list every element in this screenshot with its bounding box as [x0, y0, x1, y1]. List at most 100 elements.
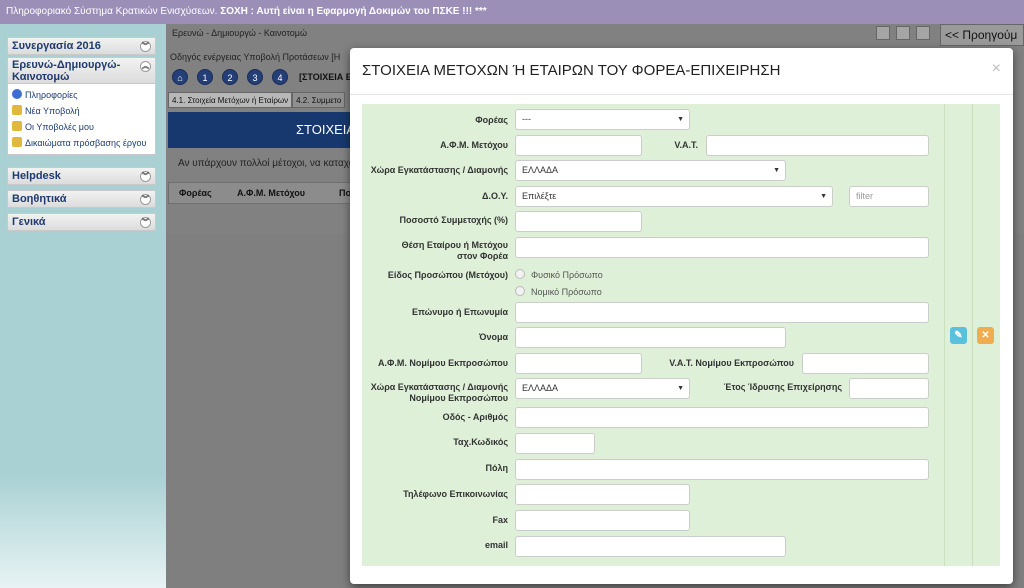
chevron-down-icon: ︾	[140, 217, 151, 228]
system-title: Πληροφοριακό Σύστημα Κρατικών Ενισχύσεων…	[6, 6, 221, 17]
wizard-steps: ⌂ 1 2 3 4	[172, 69, 297, 85]
breadcrumb[interactable]: Ερευνώ - Δημιουργώ - Καινοτομώ	[172, 28, 307, 38]
step-1[interactable]: 1	[197, 69, 213, 85]
label-tk: Ταχ.Κωδικός	[453, 437, 508, 447]
label-odos: Οδός - Αριθμός	[442, 412, 508, 422]
country-select[interactable]: ΕΛΛΑΔΑ	[515, 160, 786, 181]
name-field[interactable]	[515, 327, 786, 348]
sidebar-section-genika[interactable]: Γενικά ︾	[7, 213, 156, 231]
label-eidos: Είδος Προσώπου (Μετόχου)	[387, 270, 508, 280]
email-field[interactable]	[515, 536, 786, 557]
fax-field[interactable]	[515, 510, 690, 531]
label-foreas: Φορέας	[475, 115, 508, 125]
sidebar-section-label: Γενικά	[12, 216, 46, 228]
test-environment-warning: ΣΟΧΗ : Αυτή είναι η Εφαρμογή Δοκιμών του…	[220, 6, 487, 17]
founding-year-field[interactable]	[849, 378, 929, 399]
sidebar-section-voithitika[interactable]: Βοηθητικά ︾	[7, 190, 156, 208]
shareholder-modal: ΣΤΟΙΧΕΙΑ ΜΕΤΟΧΩΝ Ή ΕΤΑΙΡΩΝ ΤΟΥ ΦΟΡΕΑ-ΕΠΙ…	[350, 48, 1013, 584]
folder-new-icon	[12, 105, 22, 115]
sidebar-item-info[interactable]: Πληροφορίες	[12, 87, 151, 103]
radio-icon[interactable]	[515, 286, 525, 296]
street-field[interactable]	[515, 407, 929, 428]
close-icon[interactable]: ×	[992, 60, 1001, 78]
doy-filter-input[interactable]: filter	[849, 186, 929, 207]
label-vat: V.A.T.	[674, 140, 698, 150]
chevron-down-icon: ︾	[140, 194, 151, 205]
tab-participation[interactable]: 4.2. Συμμετο	[292, 92, 346, 108]
label-tilefono: Τηλέφωνο Επικοινωνίας	[403, 489, 508, 499]
step-4[interactable]: 4	[272, 69, 288, 85]
info-text: Αν υπάρχουν πολλοί μέτοχοι, να καταχω	[178, 158, 357, 169]
column-header: Φορέας	[179, 188, 212, 198]
label-onoma: Όνομα	[479, 332, 508, 342]
city-field[interactable]	[515, 459, 929, 480]
sidebar-item-my-submissions[interactable]: Οι Υποβολές μου	[12, 119, 151, 135]
edit-icon[interactable]: ✎	[950, 327, 967, 344]
label-xwra: Χώρα Εγκατάστασης / Διαμονής	[370, 165, 508, 175]
label-vat-nomimou: V.A.T. Νομίμου Εκπροσώπου	[669, 358, 794, 368]
radio-natural-person[interactable]: Φυσικό Πρόσωπο	[515, 269, 603, 280]
sidebar: Συνεργασία 2016 ︾ Ερευνώ-Δημιουργώ-Καινοτ…	[0, 24, 166, 588]
column-header: Α.Φ.Μ. Μετόχου	[237, 188, 305, 198]
info-icon	[12, 89, 22, 99]
sidebar-item-access-rights[interactable]: Δικαιώματα πρόσβασης έργου	[12, 135, 151, 151]
sidebar-section-label: Ερευνώ-Δημιουργώ-Καινοτομώ	[12, 59, 121, 83]
vat-representative-field[interactable]	[802, 353, 929, 374]
step-3[interactable]: 3	[247, 69, 263, 85]
sidebar-section-ereyno[interactable]: Ερευνώ-Δημιουργώ-Καινοτομώ ︽ Πληροφορίες …	[7, 57, 156, 155]
home-step-icon[interactable]: ⌂	[172, 69, 188, 85]
radio-label: Φυσικό Πρόσωπο	[531, 270, 603, 280]
sidebar-item-label: Νέα Υποβολή	[25, 106, 80, 116]
sidebar-section-synergasia[interactable]: Συνεργασία 2016 ︾	[7, 37, 156, 55]
chevron-down-icon: ︾	[140, 171, 151, 182]
surname-field[interactable]	[515, 302, 929, 323]
close-icon[interactable]: ✕	[977, 327, 994, 344]
percentage-field[interactable]	[515, 211, 642, 232]
vat-field[interactable]	[706, 135, 929, 156]
afm-metoxou-field[interactable]	[515, 135, 642, 156]
sidebar-section-helpdesk[interactable]: Helpdesk ︾	[7, 167, 156, 185]
foreas-select[interactable]: ---	[515, 109, 690, 130]
label-eponymo: Επώνυμο ή Επωνυμία	[411, 307, 508, 317]
sidebar-item-label: Οι Υποβολές μου	[25, 122, 94, 132]
radio-legal-person[interactable]: Νομικό Πρόσωπο	[515, 286, 602, 297]
representative-country-select[interactable]: ΕΛΛΑΔΑ	[515, 378, 690, 399]
toolbar-icons	[876, 26, 936, 40]
label-afm-metoxou: Α.Φ.Μ. Μετόχου	[440, 140, 508, 150]
radio-label: Νομικό Πρόσωπο	[531, 287, 602, 297]
phone-field[interactable]	[515, 484, 690, 505]
top-banner: Πληροφοριακό Σύστημα Κρατικών Ενισχύσεων…	[0, 0, 1024, 24]
sidebar-item-label: Πληροφορίες	[25, 90, 78, 100]
sidebar-section-label: Βοηθητικά	[12, 193, 67, 205]
label-xwra-nomimou: Χώρα Εγκατάστασης / Διαμονής Νομίμου Εκπ…	[370, 382, 508, 403]
position-field[interactable]	[515, 237, 929, 258]
sidebar-section-label: Helpdesk	[12, 170, 61, 182]
chevron-down-icon: ︾	[140, 41, 151, 52]
label-email: email	[484, 540, 508, 550]
sidebar-item-label: Δικαιώματα πρόσβασης έργου	[25, 138, 147, 148]
edit-icon[interactable]	[876, 26, 890, 40]
chevron-up-icon: ︽	[140, 61, 151, 72]
screen-icon[interactable]	[916, 26, 930, 40]
radio-icon[interactable]	[515, 269, 525, 279]
tab-shareholders[interactable]: 4.1. Στοιχεία Μετόχων ή Εταίρων	[168, 92, 293, 108]
previous-button[interactable]: << Προηγούμ	[940, 24, 1024, 46]
sidebar-item-new-submission[interactable]: Νέα Υποβολή	[12, 103, 151, 119]
wizard-title: Οδηγός ενέργειας Υποβολή Προτάσεων [Η	[170, 52, 341, 62]
step-2[interactable]: 2	[222, 69, 238, 85]
label-etos: Έτος Ίδρυσης Επιχείρησης	[723, 382, 842, 392]
step-label: [ΣΤΟΙΧΕΙΑ Ε	[299, 72, 352, 82]
section-banner: ΣΤΟΙΧΕΙΑ	[168, 112, 356, 148]
afm-representative-field[interactable]	[515, 353, 642, 374]
label-poli: Πόλη	[485, 463, 509, 473]
sidebar-section-label: Συνεργασία 2016	[12, 40, 101, 52]
doy-select[interactable]: Επιλέξτε	[515, 186, 833, 207]
label-afm-nomimou: Α.Φ.Μ. Νομίμου Εκπροσώπου	[378, 358, 508, 368]
postal-code-field[interactable]	[515, 433, 595, 454]
key-folder-icon	[12, 137, 22, 147]
label-pososto: Ποσοστό Συμμετοχής (%)	[399, 215, 508, 225]
grid-header: Φορέας Α.Φ.Μ. Μετόχου Πο	[168, 182, 356, 204]
label-thesi: Θέση Εταίρου ή Μετόχου στον Φορέα	[401, 240, 508, 261]
folder-icon	[12, 121, 22, 131]
calculator-icon[interactable]	[896, 26, 910, 40]
